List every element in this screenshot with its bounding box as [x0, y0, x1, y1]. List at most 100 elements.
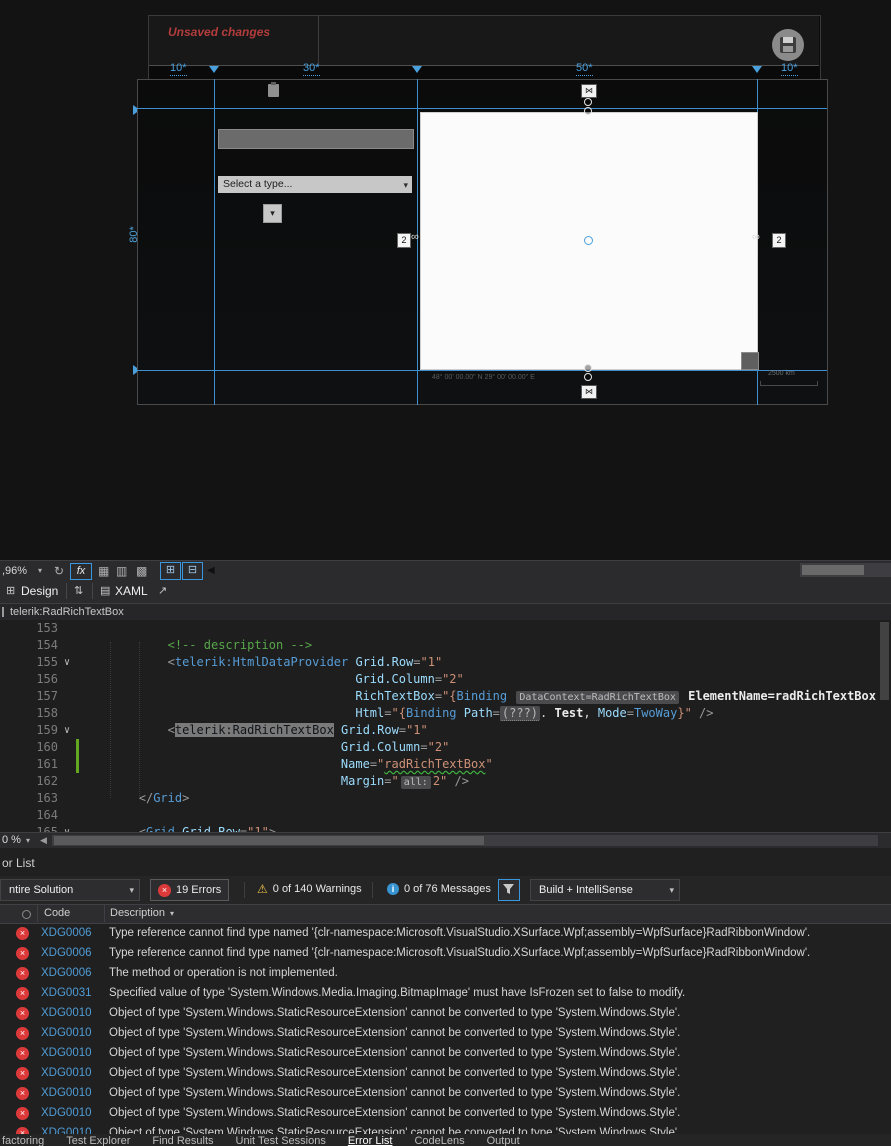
- panel-tab-factoring[interactable]: factoring: [2, 1134, 44, 1146]
- line-number: 165: [36, 825, 58, 832]
- errors-filter-button[interactable]: × 19 Errors: [150, 879, 230, 901]
- code-line[interactable]: 158 Html="{Binding Path= (???). Test, Mode…: [0, 705, 891, 722]
- fold-chevron-icon[interactable]: ∨: [58, 722, 76, 739]
- popout-icon[interactable]: ↗: [158, 580, 167, 602]
- designed-combobox[interactable]: Select a type... ▾: [218, 176, 412, 193]
- grid-column-width-label[interactable]: 10*: [781, 62, 798, 76]
- scope-filter-value: ntire Solution: [9, 884, 74, 896]
- margin-anchor-bottom-icon[interactable]: ⋈: [581, 385, 597, 399]
- code-line[interactable]: 160 Grid.Column="2": [0, 739, 891, 756]
- editor-zoom-dropdown[interactable]: 0 %: [2, 833, 21, 848]
- column-splitter-marker-icon[interactable]: [209, 66, 219, 73]
- scroll-left-arrow-icon[interactable]: ◀: [40, 833, 47, 848]
- editor-horizontal-scrollbar[interactable]: [52, 835, 878, 846]
- grid-column-width-label[interactable]: 10*: [170, 62, 187, 76]
- chevron-down-icon: ▾: [129, 885, 134, 895]
- error-row[interactable]: × XDG0010 Object of type 'System.Windows.S…: [0, 1043, 891, 1063]
- designed-textbox[interactable]: [218, 129, 414, 149]
- column-splitter-marker-icon[interactable]: [412, 66, 422, 73]
- source-filter-dropdown[interactable]: Build + IntelliSense ▾: [530, 879, 680, 901]
- column-divider[interactable]: [104, 905, 105, 922]
- chevron-down-icon[interactable]: ▾: [38, 561, 42, 581]
- code-line[interactable]: 154 <!-- description -->: [0, 637, 891, 654]
- error-row[interactable]: × XDG0010 Object of type 'System.Windows.S…: [0, 1083, 891, 1103]
- fold-chevron-icon[interactable]: ∨: [58, 824, 76, 832]
- margin-chain-top-icon[interactable]: [584, 98, 592, 116]
- margin-value-badge-left[interactable]: 2: [397, 233, 411, 248]
- code-line[interactable]: 163 </Grid>: [0, 790, 891, 807]
- fold-chevron-icon[interactable]: ∨: [58, 654, 76, 671]
- line-number: 158: [36, 706, 58, 720]
- snaplines-toggle-icon[interactable]: ⊟: [182, 562, 203, 580]
- resize-thumb[interactable]: [741, 352, 759, 370]
- line-number: 162: [36, 774, 58, 788]
- editor-vertical-scrollbar[interactable]: [878, 620, 891, 832]
- code-line[interactable]: 153: [0, 620, 891, 637]
- panel-tab-find-results[interactable]: Find Results: [152, 1134, 213, 1146]
- panel-tab-codelens[interactable]: CodeLens: [414, 1134, 464, 1146]
- error-row[interactable]: × XDG0006 Type reference cannot find type …: [0, 943, 891, 963]
- code-line[interactable]: 161 Name="radRichTextBox": [0, 756, 891, 773]
- tab-design[interactable]: Design: [21, 580, 58, 602]
- margin-chain-right-icon[interactable]: ∞: [752, 231, 760, 243]
- error-icon: ×: [16, 1126, 29, 1134]
- error-row[interactable]: × XDG0010 Object of type 'System.Windows.S…: [0, 1063, 891, 1083]
- code-line[interactable]: 162 Margin=" all: 2" />: [0, 773, 891, 790]
- margin-chain-bottom-icon[interactable]: [584, 364, 592, 382]
- column-divider[interactable]: [37, 905, 38, 922]
- effects-fx-button[interactable]: fx: [70, 563, 92, 580]
- show-grid-icon[interactable]: ▦: [98, 561, 109, 581]
- error-row[interactable]: × XDG0010 Object of type 'System.Windows.S…: [0, 1023, 891, 1043]
- panel-tab-output[interactable]: Output: [487, 1134, 520, 1146]
- code-line[interactable]: 157 RichTextBox="{Binding DataContext=Rad…: [0, 688, 891, 705]
- panel-tab-error-list[interactable]: Error List: [348, 1134, 393, 1146]
- zoom-dropdown[interactable]: ,96%: [2, 561, 27, 581]
- show-image-icon[interactable]: ▩: [136, 561, 147, 581]
- filter-button[interactable]: [498, 879, 520, 901]
- fold-chevron-icon: [58, 637, 76, 654]
- margin-anchor-top-icon[interactable]: ⋈: [581, 84, 597, 98]
- designer-horizontal-scrollbar[interactable]: [800, 563, 891, 577]
- code-line[interactable]: 159 ∨ <telerik:RadRichTextBox Grid.Row="1": [0, 722, 891, 739]
- error-row[interactable]: × XDG0010 Object of type 'System.Windows.S…: [0, 1123, 891, 1134]
- code-line[interactable]: 155 ∨ <telerik:HtmlDataProvider Grid.Row="…: [0, 654, 891, 671]
- designed-window-titlebar[interactable]: [149, 16, 819, 66]
- xaml-code-editor[interactable]: 153 154 <!-- description --> 155 ∨ <telerik:H…: [0, 620, 891, 832]
- snap-grid-toggle-icon[interactable]: ⊞: [160, 562, 181, 580]
- grid-column-width-label[interactable]: 50*: [576, 62, 593, 76]
- show-columns-icon[interactable]: ▥: [116, 561, 127, 581]
- column-header-code[interactable]: Code: [44, 905, 70, 922]
- designed-expander-button[interactable]: ▾: [263, 204, 282, 223]
- breadcrumb[interactable]: telerik:RadRichTextBox: [10, 604, 124, 620]
- chevron-down-icon[interactable]: ▾: [26, 833, 30, 848]
- code-line[interactable]: 164: [0, 807, 891, 824]
- swap-panes-icon[interactable]: ⇅: [74, 580, 83, 602]
- error-row[interactable]: × XDG0010 Object of type 'System.Windows.S…: [0, 1003, 891, 1023]
- error-row[interactable]: × XDG0031 Specified value of type 'System.…: [0, 983, 891, 1003]
- panel-tab-test-explorer[interactable]: Test Explorer: [66, 1134, 130, 1146]
- error-row[interactable]: × XDG0006 Type reference cannot find type …: [0, 923, 891, 943]
- code-line[interactable]: 165∨ <Grid Grid.Row="1">: [0, 824, 891, 832]
- column-splitter-marker-icon[interactable]: [752, 66, 762, 73]
- code-line[interactable]: 156 Grid.Column="2": [0, 671, 891, 688]
- error-icon: ×: [16, 966, 29, 980]
- code-text: <telerik:HtmlDataProvider Grid.Row="1": [167, 655, 443, 669]
- scrollbar-thumb[interactable]: [880, 622, 889, 700]
- save-button[interactable]: [772, 29, 804, 61]
- error-row[interactable]: × XDG0006 The method or operation is not i…: [0, 963, 891, 983]
- error-row[interactable]: × XDG0010 Object of type 'System.Windows.S…: [0, 1103, 891, 1123]
- margin-chain-left-icon[interactable]: ∞: [411, 231, 419, 243]
- margin-value-badge-right[interactable]: 2: [772, 233, 786, 248]
- overflow-arrow-icon[interactable]: ◀: [207, 561, 215, 581]
- grid-column-width-label[interactable]: 30*: [303, 62, 320, 76]
- tab-xaml[interactable]: XAML: [115, 580, 148, 602]
- column-header-description[interactable]: Description ▾: [110, 905, 174, 922]
- messages-filter-button[interactable]: i 0 of 76 Messages: [380, 879, 498, 899]
- scope-filter-dropdown[interactable]: ntire Solution ▾: [0, 879, 140, 901]
- warnings-filter-button[interactable]: ⚠ 0 of 140 Warnings: [250, 879, 369, 899]
- panel-tab-unit-test-sessions[interactable]: Unit Test Sessions: [236, 1134, 326, 1146]
- error-description: Type reference cannot find type named '{…: [109, 927, 811, 939]
- refresh-icon[interactable]: ↻: [54, 561, 64, 581]
- line-number: 153: [36, 621, 58, 635]
- selection-center-handle[interactable]: [584, 236, 593, 245]
